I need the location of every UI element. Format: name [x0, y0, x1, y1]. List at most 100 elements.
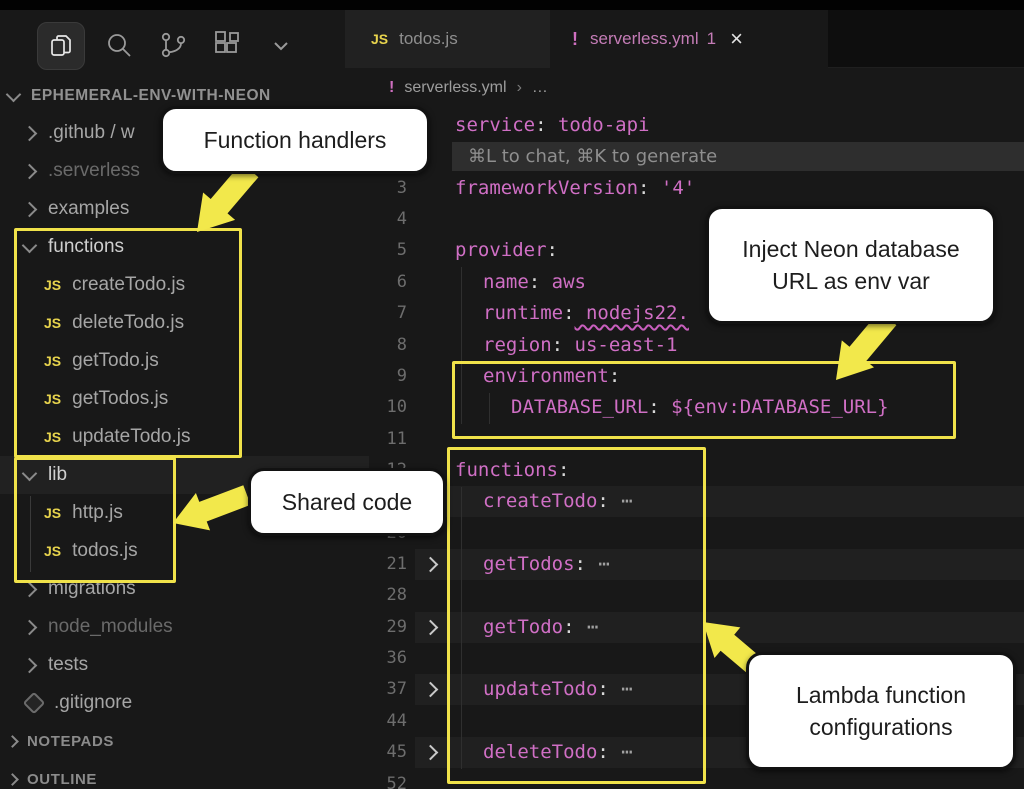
callout-text: Shared code — [282, 486, 412, 518]
line-number: 44 — [345, 706, 407, 737]
yaml-colon: : — [575, 553, 586, 575]
yaml-colon: : — [597, 490, 608, 512]
indent-guide — [489, 393, 490, 424]
ai-hint-bar: ⌘L to chat, ⌘K to generate — [452, 142, 1024, 171]
yaml-key: DATABASE_URL — [511, 396, 648, 418]
callout-inject-neon-db: Inject Neon database URL as env var — [706, 206, 996, 324]
yaml-colon: : — [558, 459, 569, 481]
line-number: 36 — [345, 643, 407, 674]
code-text[interactable]: provider: — [455, 235, 558, 266]
yaml-key: deleteTodo — [483, 741, 597, 763]
line-number: 10 — [345, 392, 407, 423]
callout-function-handlers: Function handlers — [160, 106, 430, 174]
yaml-key: getTodos — [483, 553, 575, 575]
code-line-blank: 28 — [345, 580, 1024, 611]
yaml-key: functions — [455, 459, 558, 481]
code-line-blank: 52 — [345, 769, 1024, 789]
line-number: 9 — [345, 361, 407, 392]
yaml-key: runtime — [483, 302, 563, 324]
code-line-region: 8 region: us-east-1 — [345, 330, 1024, 361]
line-number: 45 — [345, 737, 407, 768]
yaml-colon: : — [597, 678, 608, 700]
code-line-createtodo: 13createTodo: ⋯ — [345, 486, 1024, 517]
callout-lambda-config: Lambda function configurations — [746, 652, 1016, 770]
yaml-colon: : — [648, 396, 659, 418]
vscode-window: EPHEMERAL-ENV-WITH-NEON .github / w.serv… — [0, 0, 1024, 789]
yaml-colon: : — [597, 741, 608, 763]
fold-ellipsis[interactable]: ⋯ — [609, 490, 634, 512]
line-number: 3 — [345, 173, 407, 204]
line-number: 4 — [345, 204, 407, 235]
yaml-colon: : — [563, 302, 574, 324]
code-text[interactable]: name: aws — [483, 267, 586, 298]
code-text[interactable]: frameworkVersion: '4' — [455, 173, 695, 204]
yaml-key: environment — [483, 365, 609, 387]
code-text[interactable]: updateTodo: ⋯ — [483, 674, 634, 705]
yaml-colon: : — [609, 365, 620, 387]
indent-guide — [461, 487, 462, 769]
indent-guide — [461, 267, 462, 424]
line-number: 11 — [345, 424, 407, 455]
yaml-key: updateTodo — [483, 678, 597, 700]
code-line-frameworkversion: 3 frameworkVersion: '4' — [345, 173, 1024, 204]
yaml-key: provider — [455, 239, 547, 261]
yaml-value: todo-api — [547, 114, 650, 136]
code-text[interactable]: runtime: nodejs22. — [483, 298, 689, 329]
code-line-gettodos: 21 getTodos: ⋯ — [345, 549, 1024, 580]
fold-ellipsis[interactable]: ⋯ — [609, 741, 634, 763]
code-line-service: 1service: todo-api — [345, 110, 1024, 141]
line-number: 37 — [345, 674, 407, 705]
yaml-value: '4' — [649, 177, 695, 199]
code-text[interactable]: getTodos: ⋯ — [483, 549, 611, 580]
yaml-key: createTodo — [483, 490, 597, 512]
line-number: 21 — [345, 549, 407, 580]
code-text[interactable]: deleteTodo: ⋯ — [483, 737, 634, 768]
fold-ellipsis[interactable]: ⋯ — [575, 616, 600, 638]
callout-text: URL as env var — [772, 265, 930, 297]
code-text[interactable]: environment: — [483, 361, 620, 392]
code-text[interactable]: functions: — [455, 455, 569, 486]
yaml-value: ${env:DATABASE_URL} — [660, 396, 889, 418]
yaml-colon: : — [563, 616, 574, 638]
callout-text: configurations — [809, 711, 952, 743]
yaml-key: region — [483, 334, 552, 356]
line-number: 28 — [345, 580, 407, 611]
callout-text: Lambda function — [796, 679, 966, 711]
code-text[interactable]: createTodo: ⋯ — [483, 486, 634, 517]
ai-hint-text: ⌘L to chat, ⌘K to generate — [452, 142, 1024, 171]
yaml-colon: : — [547, 239, 558, 261]
yaml-colon: : — [529, 271, 540, 293]
code-text[interactable]: region: us-east-1 — [483, 330, 677, 361]
yaml-value: us-east-1 — [563, 334, 677, 356]
code-text[interactable]: getTodo: ⋯ — [483, 612, 599, 643]
line-number: 6 — [345, 267, 407, 298]
yaml-colon: : — [552, 334, 563, 356]
code-line-blank: 20 — [345, 518, 1024, 549]
code-line-functions: 12functions: — [345, 455, 1024, 486]
yaml-colon: : — [638, 177, 649, 199]
yaml-key: frameworkVersion — [455, 177, 638, 199]
yaml-key: getTodo — [483, 616, 563, 638]
code-line-blank: 11 — [345, 424, 1024, 455]
yaml-value: nodejs22. — [575, 302, 689, 324]
line-number: 29 — [345, 612, 407, 643]
code-line-database-url: 10 DATABASE_URL: ${env:DATABASE_URL} — [345, 392, 1024, 423]
yaml-value: aws — [540, 271, 586, 293]
line-number: 7 — [345, 298, 407, 329]
code-line-hint: 2⌘L to chat, ⌘K to generate — [345, 141, 1024, 172]
callout-shared-code: Shared code — [248, 468, 446, 536]
line-number: 5 — [345, 235, 407, 266]
yaml-key: service — [455, 114, 535, 136]
line-number: 52 — [345, 769, 407, 789]
code-line-environment: 9 environment: — [345, 361, 1024, 392]
yaml-colon: : — [535, 114, 546, 136]
yaml-key: name — [483, 271, 529, 293]
code-line-gettodo: 29 getTodo: ⋯ — [345, 612, 1024, 643]
fold-ellipsis[interactable]: ⋯ — [609, 678, 634, 700]
callout-text: Inject Neon database — [742, 233, 959, 265]
callout-text: Function handlers — [204, 124, 387, 156]
fold-ellipsis[interactable]: ⋯ — [586, 553, 611, 575]
code-text[interactable]: service: todo-api — [455, 110, 649, 141]
code-text[interactable]: DATABASE_URL: ${env:DATABASE_URL} — [511, 392, 889, 423]
line-number: 8 — [345, 330, 407, 361]
